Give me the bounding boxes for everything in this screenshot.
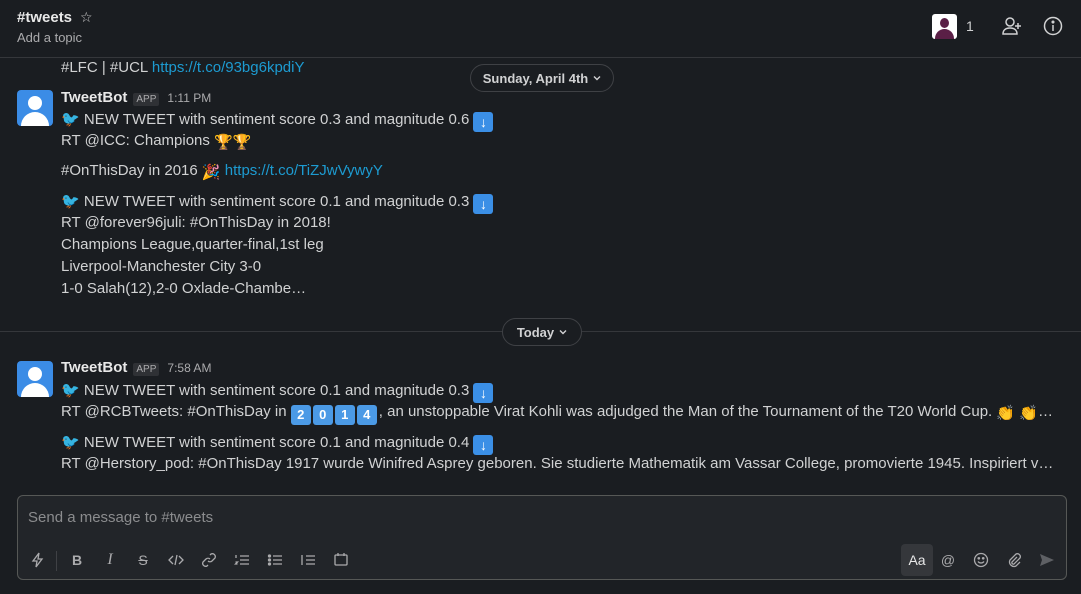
add-user-icon[interactable] — [1001, 15, 1023, 37]
keycap-icon: 2 — [290, 405, 311, 425]
strikethrough-icon[interactable]: S — [131, 548, 155, 572]
bird-icon: 🐦 — [61, 434, 80, 451]
message-line: Champions League,quarter-final,1st leg — [61, 236, 324, 253]
author-name[interactable]: TweetBot — [61, 89, 127, 106]
bird-icon: 🐦 — [61, 193, 80, 210]
bold-icon[interactable]: B — [65, 548, 89, 572]
message-line: RT @Herstory_pod: #OnThisDay 1917 wurde … — [61, 455, 1054, 472]
message-line: 🐦 NEW TWEET with sentiment score 0.3 and… — [61, 110, 494, 132]
tweetbot-avatar[interactable] — [17, 90, 53, 126]
trophy-icon: 🏆 — [232, 134, 252, 151]
message-timestamp[interactable]: 7:58 AM — [167, 361, 211, 375]
app-badge: APP — [133, 93, 160, 106]
member-avatar[interactable] — [932, 14, 957, 39]
message-timestamp[interactable]: 1:11 PM — [167, 91, 211, 105]
message-line: RT @ICC: Champions 🏆🏆 — [61, 132, 252, 151]
bulleted-list-icon[interactable] — [263, 548, 287, 572]
chevron-down-icon — [559, 330, 567, 335]
message-line: RT @forever96juli: #OnThisDay in 2018! — [61, 214, 331, 231]
date-divider-pill[interactable]: Today — [502, 318, 582, 346]
trophy-icon: 🏆 — [214, 134, 233, 151]
date-divider-pill[interactable]: Sunday, April 4th — [470, 64, 614, 92]
message-line: 🐦 NEW TWEET with sentiment score 0.1 and… — [61, 192, 494, 214]
down-arrow-icon: ↓ — [473, 383, 494, 403]
tweet-link[interactable]: https://t.co/TiZJwVywyY — [225, 162, 383, 179]
code-block-icon[interactable] — [329, 548, 353, 572]
party-popper-icon: 🎉 — [201, 164, 221, 181]
send-icon[interactable] — [1035, 548, 1059, 572]
down-arrow-icon: ↓ — [473, 435, 494, 455]
italic-icon[interactable]: I — [98, 548, 122, 572]
shortcuts-lightning-icon[interactable] — [26, 548, 50, 572]
keycap-icon: 0 — [312, 405, 333, 425]
clapping-hands-icon: 👏 — [996, 405, 1016, 422]
tweetbot-avatar[interactable] — [17, 361, 53, 397]
down-arrow-icon: ↓ — [473, 112, 494, 132]
app-badge: APP — [133, 363, 160, 376]
down-arrow-icon: ↓ — [473, 194, 494, 214]
message-line: RT @RCBTweets: #OnThisDay in 2014, an un… — [61, 403, 1053, 425]
message-line: #LFC | #UCL https://t.co/93bg6kpdiY — [61, 59, 305, 76]
message-line: #OnThisDay in 2016 🎉 https://t.co/TiZJwV… — [61, 162, 383, 181]
formatting-toggle-button[interactable]: Aa — [901, 544, 933, 576]
message-line: 1-0 Salah(12),2-0 Oxlade-Chambe… — [61, 280, 307, 297]
channel-name-button[interactable]: #tweets ☆ — [17, 9, 93, 26]
message-author: TweetBot APP 7:58 AM — [61, 359, 211, 376]
message-composer: B I S Aa @ — [17, 495, 1067, 580]
tweet-link[interactable]: https://t.co/93bg6kpdiY — [152, 59, 305, 76]
channel-header: #tweets ☆ Add a topic 1 — [0, 0, 1081, 58]
keycap-icon: 1 — [334, 405, 355, 425]
info-icon[interactable] — [1042, 15, 1064, 37]
message-line: Liverpool-Manchester City 3-0 — [61, 258, 262, 275]
chevron-down-icon — [593, 76, 601, 81]
emoji-icon[interactable] — [969, 548, 993, 572]
message-input[interactable] — [18, 496, 1066, 538]
add-topic-link[interactable]: Add a topic — [17, 30, 82, 45]
attachment-icon[interactable] — [1002, 548, 1026, 572]
keycap-icon: 4 — [356, 405, 377, 425]
link-icon[interactable] — [197, 548, 221, 572]
formatting-toolbar: B I S Aa @ — [18, 543, 1066, 577]
author-name[interactable]: TweetBot — [61, 359, 127, 376]
member-count[interactable]: 1 — [966, 18, 974, 34]
message-line: 🐦 NEW TWEET with sentiment score 0.1 and… — [61, 433, 494, 455]
mention-icon[interactable]: @ — [936, 548, 960, 572]
toolbar-divider — [56, 551, 57, 571]
star-icon[interactable]: ☆ — [80, 9, 93, 26]
channel-name: #tweets — [17, 9, 73, 26]
message-list[interactable]: #LFC | #UCL https://t.co/93bg6kpdiY Sund… — [0, 59, 1081, 489]
message-author: TweetBot APP 1:11 PM — [61, 89, 211, 106]
blockquote-icon[interactable] — [296, 548, 320, 572]
clapping-hands-icon: 👏 — [1019, 405, 1038, 422]
code-icon[interactable] — [164, 548, 188, 572]
ordered-list-icon[interactable] — [230, 548, 254, 572]
bird-icon: 🐦 — [61, 111, 80, 128]
bird-icon: 🐦 — [61, 382, 80, 399]
message-line: 🐦 NEW TWEET with sentiment score 0.1 and… — [61, 381, 494, 403]
